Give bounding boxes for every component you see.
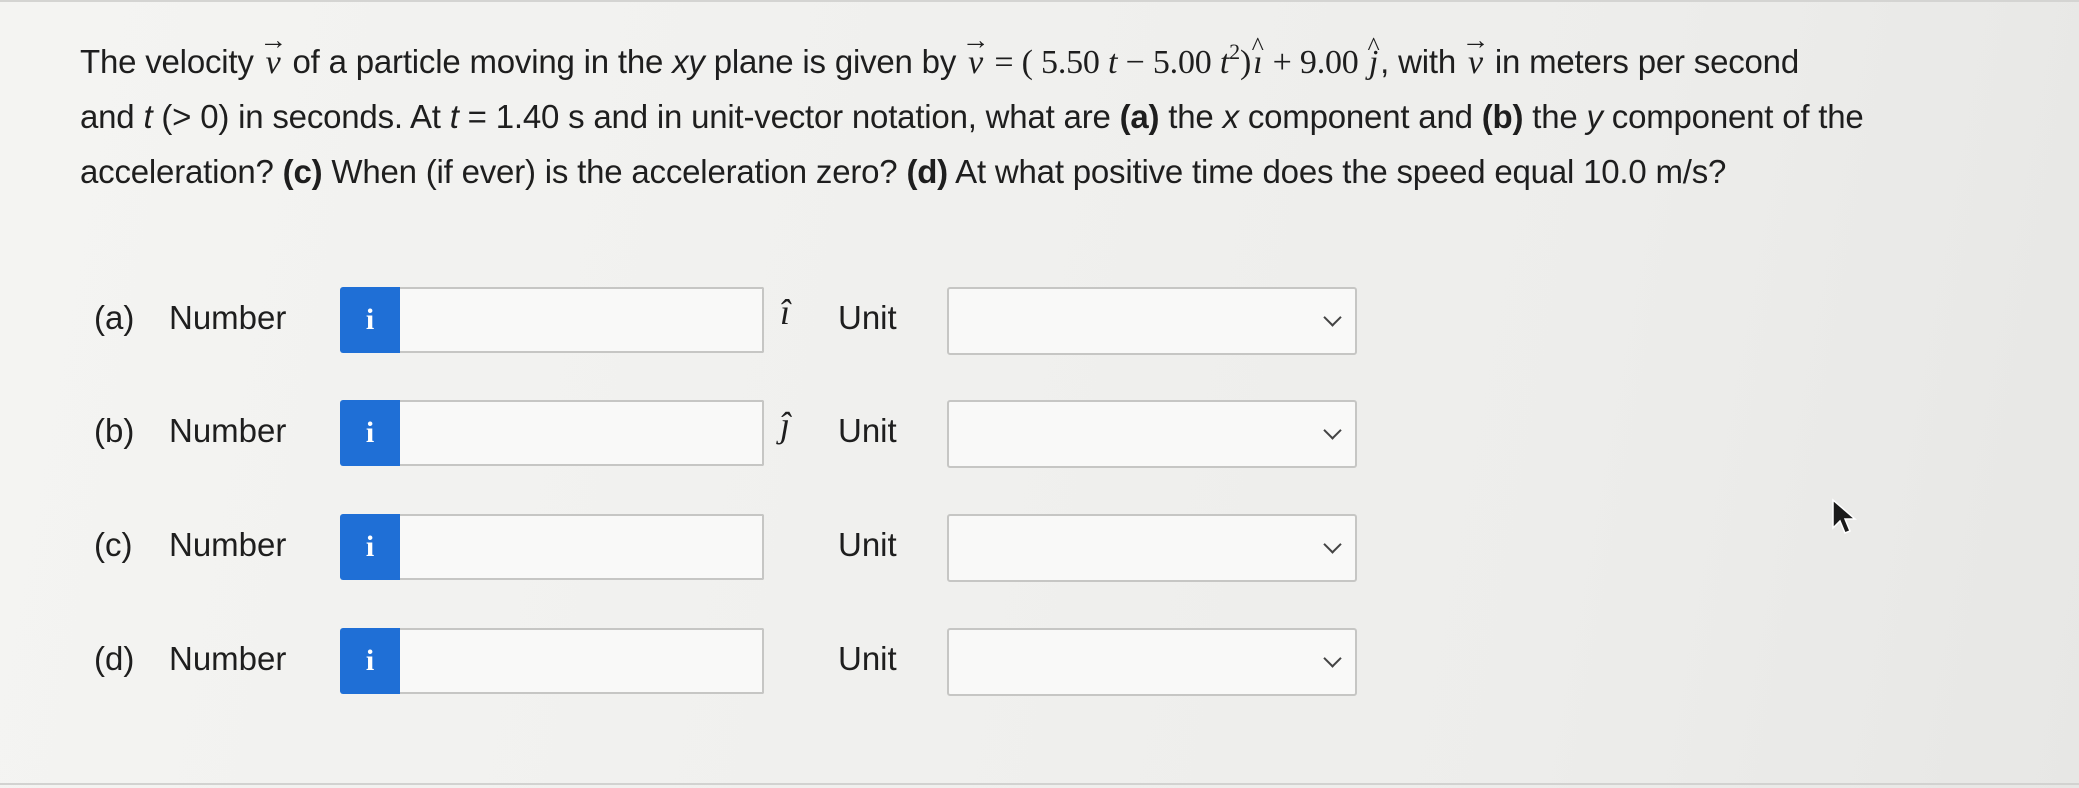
- part-marker: (a): [1119, 98, 1160, 135]
- equation-part: ): [1239, 44, 1252, 81]
- number-input-d[interactable]: [400, 628, 764, 694]
- info-icon[interactable]: i: [340, 400, 400, 466]
- part-label: (b): [94, 412, 135, 449]
- i-hat-symbol: ı: [1251, 35, 1264, 90]
- question-line-2: and t (> 0) in seconds. At t = 1.40 s an…: [80, 89, 2040, 144]
- question-text: The velocity v of a particle moving in t…: [80, 34, 2040, 199]
- question-text-span: The velocity: [80, 43, 263, 80]
- question-line-1: The velocity v of a particle moving in t…: [80, 34, 2040, 89]
- i-hat-unit-vector: î: [780, 292, 791, 332]
- question-text-span: xy: [672, 43, 705, 80]
- question-text-span: acceleration?: [80, 153, 283, 190]
- number-label: Number: [169, 412, 287, 449]
- part-label: (c): [94, 526, 133, 563]
- velocity-vector-symbol: v: [263, 35, 284, 90]
- part-label: (d): [94, 640, 135, 677]
- number-label: Number: [169, 526, 287, 563]
- answer-row-c: (c) Number i Unit: [0, 512, 2079, 582]
- unit-dropdown-d[interactable]: [947, 628, 1357, 696]
- equation-coefficient: 5.50: [1041, 44, 1100, 81]
- question-line-3: acceleration? (c) When (if ever) is the …: [80, 144, 2040, 199]
- question-text-span: and: [80, 98, 144, 135]
- unit-dropdown-b[interactable]: [947, 400, 1357, 468]
- unit-label: Unit: [838, 526, 897, 563]
- chevron-down-icon: [1323, 649, 1342, 668]
- mouse-pointer-icon: [1832, 498, 1858, 534]
- part-marker: (b): [1481, 98, 1524, 135]
- unit-dropdown-c[interactable]: [947, 514, 1357, 582]
- unit-label: Unit: [838, 412, 897, 449]
- question-text-span: plane is given by: [704, 43, 966, 80]
- question-text-span: At what positive time does the speed equ…: [947, 153, 1727, 190]
- question-text-span: t: [449, 98, 459, 135]
- question-text-span: = 1.40 s and in unit-vector notation, wh…: [458, 98, 1120, 135]
- question-text-span: of a particle moving in the: [283, 43, 673, 80]
- question-text-span: component and: [1238, 98, 1482, 135]
- equation-part: +: [1264, 44, 1300, 81]
- part-label: (a): [94, 299, 135, 336]
- question-text-span: x: [1222, 98, 1240, 135]
- question-text-span: the: [1159, 98, 1223, 135]
- equation-part: = (: [986, 44, 1042, 81]
- equation-part: −: [1117, 44, 1153, 81]
- equation-coefficient: 9.00: [1299, 44, 1359, 81]
- question-text-span: (> 0) in seconds. At: [152, 98, 450, 135]
- velocity-vector-symbol: v: [965, 35, 986, 90]
- equation-exponent: 2: [1229, 39, 1240, 64]
- question-text-span: , with: [1380, 43, 1465, 80]
- answer-row-b: (b) Number i ĵ Unit: [0, 398, 2079, 468]
- question-text-span: component of the: [1602, 98, 1864, 135]
- equation-coefficient: 5.00: [1152, 44, 1212, 81]
- equation-variable: t: [1219, 44, 1230, 81]
- question-text-span: the: [1523, 98, 1587, 135]
- bottom-divider: [0, 783, 2079, 785]
- question-text-span: y: [1586, 98, 1603, 135]
- number-label: Number: [169, 299, 287, 336]
- chevron-down-icon: [1323, 535, 1342, 554]
- number-input-c[interactable]: [400, 514, 764, 580]
- answer-row-d: (d) Number i Unit: [0, 626, 2079, 696]
- equation: = ( 5.50 t − 5.00 t2)ı + 9.00 j: [986, 41, 1380, 82]
- part-marker: (d): [906, 153, 948, 190]
- unit-label: Unit: [838, 299, 897, 336]
- info-icon[interactable]: i: [340, 628, 400, 694]
- unit-dropdown-a[interactable]: [947, 287, 1357, 355]
- number-input-b[interactable]: [400, 400, 764, 466]
- question-text-span: in meters per second: [1485, 43, 1799, 80]
- number-label: Number: [169, 640, 287, 677]
- velocity-vector-symbol: v: [1465, 35, 1486, 90]
- question-text-span: When (if ever) is the acceleration zero?: [322, 153, 907, 190]
- info-icon[interactable]: i: [340, 287, 400, 353]
- number-input-a[interactable]: [400, 287, 764, 353]
- j-hat-unit-vector: ĵ: [780, 405, 791, 445]
- j-hat-symbol: j: [1367, 35, 1380, 90]
- equation-variable: t: [1108, 44, 1118, 81]
- part-marker: (c): [282, 153, 323, 190]
- chevron-down-icon: [1323, 421, 1342, 440]
- info-icon[interactable]: i: [340, 514, 400, 580]
- unit-label: Unit: [838, 640, 897, 677]
- answer-row-a: (a) Number i î Unit: [0, 285, 2079, 355]
- top-divider: [0, 0, 2079, 2]
- chevron-down-icon: [1323, 308, 1342, 327]
